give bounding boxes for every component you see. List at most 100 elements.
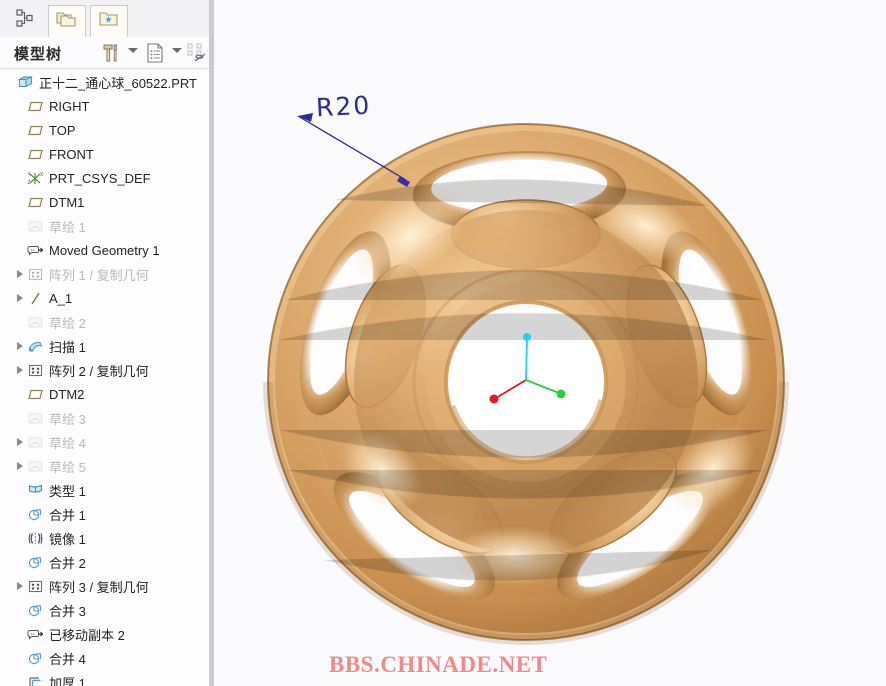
tree-item-18[interactable]: 合并 1 xyxy=(0,502,209,526)
chevron-down-icon xyxy=(172,48,182,53)
tree-item-16[interactable]: 草绘 5 xyxy=(0,454,209,478)
tree-filter-icon xyxy=(186,42,208,69)
tree-item-label: 合并 3 xyxy=(49,603,86,619)
page-title: 模型树 xyxy=(14,46,63,63)
model-tree-panel: 模型树 正十二_通心球_60522.PRT RIGHT TOP FRONT Y … xyxy=(0,0,209,686)
expand-arrow-icon[interactable] xyxy=(14,454,25,478)
tree-structure-icon xyxy=(15,8,35,33)
tree-item-22[interactable]: 合并 3 xyxy=(0,598,209,622)
datum-plane-icon xyxy=(25,145,45,163)
tree-item-label: Moved Geometry 1 xyxy=(49,242,160,258)
tree-item-label: PRT_CSYS_DEF xyxy=(49,170,151,186)
tree-item-25[interactable]: 加厚 1 xyxy=(0,670,209,686)
tree-item-11[interactable]: 扫描 1 xyxy=(0,334,209,358)
tree-item-9[interactable]: A_1 xyxy=(0,286,209,310)
tree-item-label: 合并 2 xyxy=(49,555,86,571)
panel-tab-strip xyxy=(0,0,209,38)
tree-item-label: FRONT xyxy=(49,146,94,162)
folder-browser-tab[interactable] xyxy=(48,5,86,37)
tree-item-6[interactable]: 草绘 1 xyxy=(0,214,209,238)
model-tree-header: 模型树 xyxy=(0,37,209,69)
pattern-icon xyxy=(25,361,45,379)
expand-arrow-icon[interactable] xyxy=(14,334,25,358)
settings-tools-caret[interactable] xyxy=(128,48,138,53)
tree-item-label: 阵列 2 / 复制几何 xyxy=(49,363,149,379)
tree-item-label: 扫描 1 xyxy=(49,339,86,355)
tree-item-4[interactable]: Y Z X PRT_CSYS_DEF xyxy=(0,166,209,190)
tree-item-label: 草绘 4 xyxy=(49,435,86,451)
expand-arrow-icon[interactable] xyxy=(14,358,25,382)
expand-arrow-icon[interactable] xyxy=(14,430,25,454)
part-cube-icon xyxy=(15,73,35,91)
tree-filter-button[interactable] xyxy=(186,42,208,69)
tree-item-2[interactable]: TOP xyxy=(0,118,209,142)
tree-item-23[interactable]: 已移动副本 2 xyxy=(0,622,209,646)
sketch-icon xyxy=(25,457,45,475)
merge-icon xyxy=(25,505,45,523)
folder-star-icon xyxy=(97,9,121,34)
settings-tools-button[interactable] xyxy=(101,42,123,69)
tree-item-20[interactable]: 合并 2 xyxy=(0,550,209,574)
type-surface-icon xyxy=(25,481,45,499)
display-list-button[interactable] xyxy=(145,42,165,69)
sketch-icon xyxy=(25,409,45,427)
pattern-icon xyxy=(25,265,45,283)
tree-item-label: 正十二_通心球_60522.PRT xyxy=(39,75,197,91)
expand-arrow-icon[interactable] xyxy=(14,286,25,310)
tree-item-0[interactable]: 正十二_通心球_60522.PRT xyxy=(0,70,209,94)
expand-arrow-icon[interactable] xyxy=(14,574,25,598)
tree-item-15[interactable]: 草绘 4 xyxy=(0,430,209,454)
tree-item-label: 阵列 3 / 复制几何 xyxy=(49,579,149,595)
model-tree-list[interactable]: 正十二_通心球_60522.PRT RIGHT TOP FRONT Y Z X PRT_CSY… xyxy=(0,70,209,686)
tree-item-17[interactable]: 类型 1 xyxy=(0,478,209,502)
folders-icon xyxy=(55,9,79,34)
tree-item-label: 已移动副本 2 xyxy=(49,627,125,643)
merge-icon xyxy=(25,601,45,619)
tree-item-10[interactable]: 草绘 2 xyxy=(0,310,209,334)
favorites-folder-tab[interactable] xyxy=(90,5,128,37)
watermark-text: BBS.CHINADE.NET xyxy=(329,652,548,677)
datum-plane-icon xyxy=(25,97,45,115)
tree-item-19[interactable]: 镜像 1 xyxy=(0,526,209,550)
tree-item-1[interactable]: RIGHT xyxy=(0,94,209,118)
tree-item-21[interactable]: 阵列 3 / 复制几何 xyxy=(0,574,209,598)
tree-item-3[interactable]: FRONT xyxy=(0,142,209,166)
tree-item-label: DTM2 xyxy=(49,386,85,402)
tree-item-label: 类型 1 xyxy=(49,483,86,499)
tree-item-7[interactable]: Moved Geometry 1 xyxy=(0,238,209,262)
tree-item-14[interactable]: 草绘 3 xyxy=(0,406,209,430)
tree-item-13[interactable]: DTM2 xyxy=(0,382,209,406)
tree-item-24[interactable]: 合并 4 xyxy=(0,646,209,670)
hammer-screwdriver-icon xyxy=(101,42,123,69)
pattern-icon xyxy=(25,577,45,595)
3d-viewport[interactable]: R20 BBS.CHINADE.NET xyxy=(214,0,886,686)
model-tree-tab[interactable] xyxy=(6,5,44,35)
tree-item-label: 合并 4 xyxy=(49,651,86,667)
sweep-icon xyxy=(25,337,45,355)
moved-geometry-icon xyxy=(25,625,45,643)
tree-item-label: 草绘 3 xyxy=(49,411,86,427)
tree-item-label: DTM1 xyxy=(49,194,85,210)
tree-item-label: 镜像 1 xyxy=(49,531,86,547)
tree-item-5[interactable]: DTM1 xyxy=(0,190,209,214)
chevron-down-icon xyxy=(128,48,138,53)
tree-item-label: 草绘 1 xyxy=(49,219,86,235)
datum-plane-icon xyxy=(25,385,45,403)
tree-item-12[interactable]: 阵列 2 / 复制几何 xyxy=(0,358,209,382)
svg-text:Z: Z xyxy=(27,180,30,186)
tree-item-label: A_1 xyxy=(49,290,73,306)
expand-arrow-icon[interactable] xyxy=(14,262,25,286)
tree-item-8[interactable]: 阵列 1 / 复制几何 xyxy=(0,262,209,286)
tree-item-label: TOP xyxy=(49,122,76,138)
thicken-icon xyxy=(25,673,45,686)
display-list-caret[interactable] xyxy=(172,48,182,53)
